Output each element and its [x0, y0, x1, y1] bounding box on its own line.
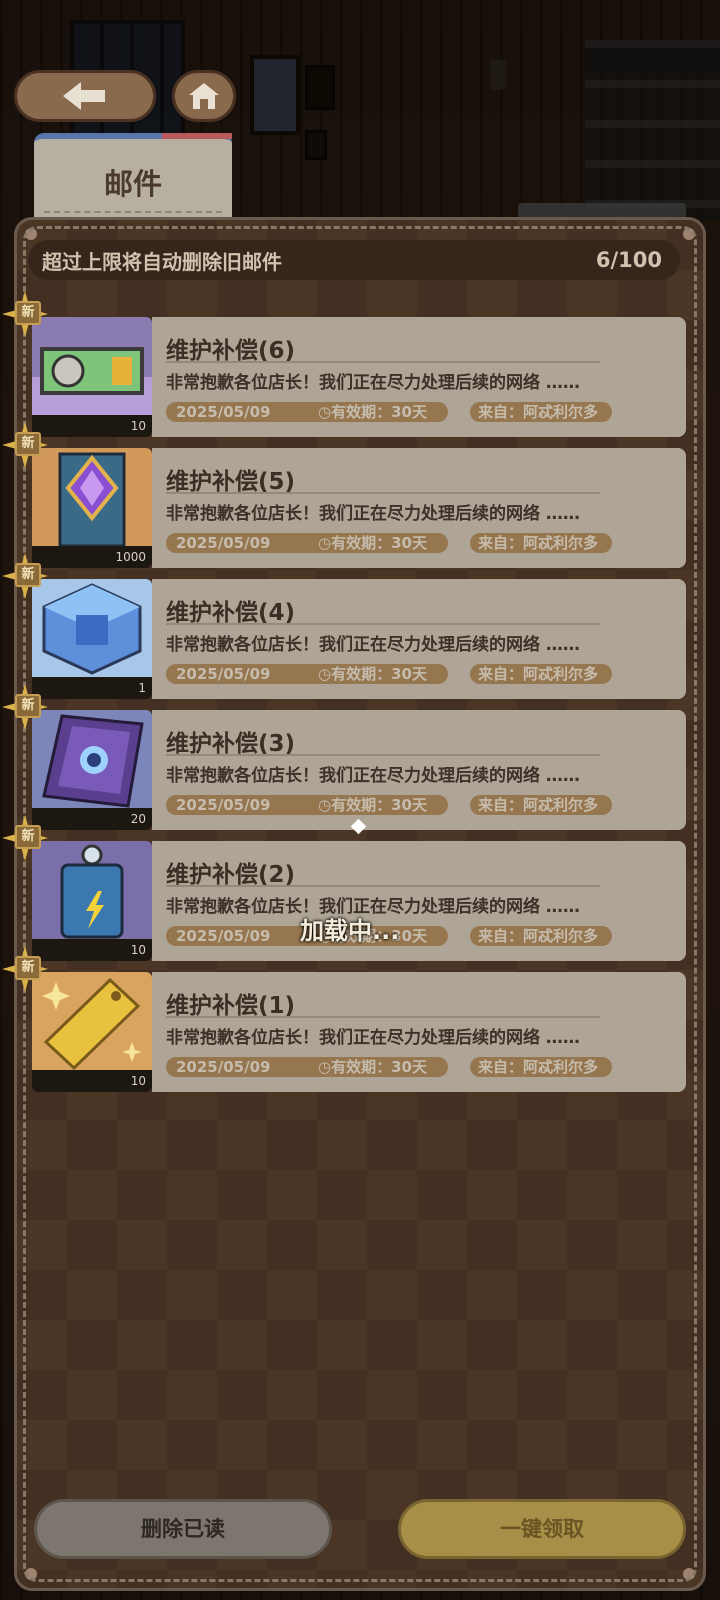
- mail-sender: 来自：阿忒利尔多: [470, 533, 612, 553]
- mail-card: 维护补偿(5) 非常抱歉各位店长！我们正在尽力处理后续的网络 …… 2025/0…: [152, 448, 686, 568]
- purple-book-icon: [32, 710, 152, 808]
- panel-rivet: [683, 228, 695, 240]
- mail-sender: 来自：阿忒利尔多: [470, 664, 612, 684]
- back-button[interactable]: [14, 70, 156, 122]
- new-badge: 新: [2, 815, 48, 861]
- mail-card: 维护补偿(1) 非常抱歉各位店长！我们正在尽力处理后续的网络 …… 2025/0…: [152, 972, 686, 1092]
- mail-count: 6/100: [595, 248, 662, 272]
- mail-expiry-text: 有效期：30天: [331, 665, 427, 683]
- mail-thumbnail: 10: [32, 317, 152, 437]
- tab-mail[interactable]: 邮件: [34, 133, 232, 223]
- mail-title: 维护补偿(5): [166, 469, 296, 495]
- arrow-left-icon: [63, 82, 105, 110]
- panel-rivet: [683, 1568, 695, 1580]
- mail-sender: 来自：阿忒利尔多: [470, 926, 612, 946]
- mail-preview: 非常抱歉各位店长！我们正在尽力处理后续的网络 ……: [166, 766, 580, 786]
- item-quantity: 10: [32, 415, 152, 437]
- divider: [166, 623, 600, 625]
- clock-icon: ◷: [318, 534, 332, 552]
- home-button[interactable]: [172, 70, 236, 122]
- mail-expiry: ◷有效期：30天: [318, 795, 427, 815]
- item-quantity: 1000: [32, 546, 152, 568]
- mail-preview: 非常抱歉各位店长！我们正在尽力处理后续的网络 ……: [166, 1028, 580, 1048]
- mail-title: 维护补偿(2): [166, 862, 296, 888]
- mail-card: 维护补偿(4) 非常抱歉各位店长！我们正在尽力处理后续的网络 …… 2025/0…: [152, 579, 686, 699]
- clock-icon: ◷: [318, 1058, 332, 1076]
- mail-item[interactable]: 20 维护补偿(3) 非常抱歉各位店长！我们正在尽力处理后续的网络 …… 202…: [2, 684, 686, 830]
- energy-bottle-icon: [32, 841, 152, 939]
- new-badge-label: 新: [15, 825, 41, 849]
- mail-expiry: ◷有效期：30天: [318, 664, 427, 684]
- divider: [166, 361, 600, 363]
- home-icon: [189, 83, 219, 109]
- divider: [166, 885, 600, 887]
- delete-read-button[interactable]: 删除已读: [34, 1499, 332, 1559]
- gift-box-icon: [32, 317, 152, 415]
- mail-card: 维护补偿(3) 非常抱歉各位店长！我们正在尽力处理后续的网络 …… 2025/0…: [152, 710, 686, 830]
- new-badge: 新: [2, 422, 48, 468]
- mail-thumbnail: 10: [32, 972, 152, 1092]
- mail-title: 维护补偿(6): [166, 338, 296, 364]
- tab-divider: [44, 211, 222, 213]
- loading-text: 加载中...: [300, 917, 400, 945]
- mail-expiry: ◷有效期：30天: [318, 1057, 427, 1077]
- mail-item[interactable]: 1 维护补偿(4) 非常抱歉各位店长！我们正在尽力处理后续的网络 …… 2025…: [2, 553, 686, 699]
- mail-title: 维护补偿(1): [166, 993, 296, 1019]
- mail-preview: 非常抱歉各位店长！我们正在尽力处理后续的网络 ……: [166, 373, 580, 393]
- mail-preview: 非常抱歉各位店长！我们正在尽力处理后续的网络 ……: [166, 504, 580, 524]
- item-quantity: 20: [32, 808, 152, 830]
- new-badge: 新: [2, 553, 48, 599]
- mail-sender: 来自：阿忒利尔多: [470, 1057, 612, 1077]
- mail-expiry-text: 有效期：30天: [331, 796, 427, 814]
- mail-limit-bar: 超过上限将自动删除旧邮件 6/100: [28, 240, 680, 280]
- panel-rivet: [25, 1568, 37, 1580]
- clock-icon: ◷: [318, 796, 332, 814]
- blue-crystal-cube-icon: [32, 579, 152, 677]
- mail-expiry-text: 有效期：30天: [331, 534, 427, 552]
- mail-card: 维护补偿(6) 非常抱歉各位店长！我们正在尽力处理后续的网络 …… 2025/0…: [152, 317, 686, 437]
- purple-gem-banner-icon: [32, 448, 152, 546]
- mail-title: 维护补偿(4): [166, 600, 296, 626]
- mail-preview: 非常抱歉各位店长！我们正在尽力处理后续的网络 ……: [166, 635, 580, 655]
- new-badge: 新: [2, 946, 48, 992]
- new-badge: 新: [2, 291, 48, 337]
- mail-thumbnail: 20: [32, 710, 152, 830]
- mail-expiry-text: 有效期：30天: [331, 1058, 427, 1076]
- mail-thumbnail: 1000: [32, 448, 152, 568]
- mail-limit-text: 超过上限将自动删除旧邮件: [42, 249, 282, 274]
- new-badge-label: 新: [15, 694, 41, 718]
- item-quantity: 1: [32, 677, 152, 699]
- item-quantity: 10: [32, 1070, 152, 1092]
- mail-item[interactable]: 10 维护补偿(6) 非常抱歉各位店长！我们正在尽力处理后续的网络 …… 202…: [2, 291, 686, 437]
- mail-sender: 来自：阿忒利尔多: [470, 795, 612, 815]
- panel-rivet: [25, 228, 37, 240]
- mail-sender: 来自：阿忒利尔多: [470, 402, 612, 422]
- new-badge: 新: [2, 684, 48, 730]
- divider: [166, 1016, 600, 1018]
- new-badge-label: 新: [15, 432, 41, 456]
- tab-mail-label: 邮件: [103, 167, 162, 201]
- mail-thumbnail: 10: [32, 841, 152, 961]
- mail-card: 维护补偿(2) 非常抱歉各位店长！我们正在尽力处理后续的网络 …… 2025/0…: [152, 841, 686, 961]
- mail-item[interactable]: 1000 维护补偿(5) 非常抱歉各位店长！我们正在尽力处理后续的网络 …… 2…: [2, 422, 686, 568]
- mail-expiry-text: 有效期：30天: [331, 403, 427, 421]
- item-quantity: 10: [32, 939, 152, 961]
- clock-icon: ◷: [318, 665, 332, 683]
- divider: [166, 492, 600, 494]
- new-badge-label: 新: [15, 301, 41, 325]
- new-badge-label: 新: [15, 956, 41, 980]
- divider: [166, 754, 600, 756]
- golden-ticket-icon: [32, 972, 152, 1070]
- new-badge-label: 新: [15, 563, 41, 587]
- mail-item[interactable]: 10 维护补偿(1) 非常抱歉各位店长！我们正在尽力处理后续的网络 …… 202…: [2, 946, 686, 1092]
- mail-thumbnail: 1: [32, 579, 152, 699]
- mail-title: 维护补偿(3): [166, 731, 296, 757]
- mail-expiry: ◷有效期：30天: [318, 402, 427, 422]
- mail-expiry: ◷有效期：30天: [318, 533, 427, 553]
- claim-all-button[interactable]: 一键领取: [398, 1499, 686, 1559]
- clock-icon: ◷: [318, 403, 332, 421]
